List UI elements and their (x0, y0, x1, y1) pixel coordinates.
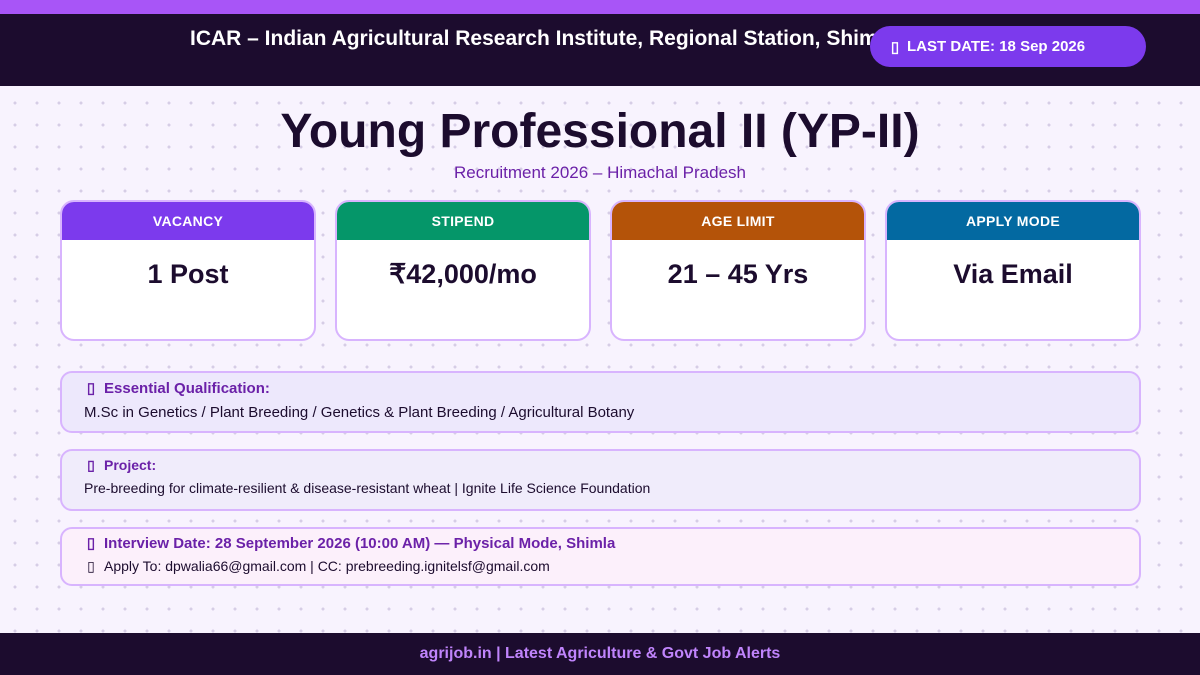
age-limit-card: AGE LIMIT 21 – 45 Yrs (610, 200, 866, 341)
stipend-card: STIPEND ₹42,000/mo (335, 200, 591, 341)
stipend-card-value: ₹42,000/mo (389, 259, 537, 289)
apply-mode-card: APPLY MODE Via Email (885, 200, 1141, 341)
recruitment-subtitle: Recruitment 2026 – Himachal Pradesh (454, 163, 746, 182)
age-limit-card-value: 21 – 45 Yrs (667, 259, 809, 289)
vacancy-card: VACANCY 1 Post (60, 200, 316, 341)
interview-heading: ▯ Interview Date: 28 September 2026 (10:… (84, 533, 1139, 553)
apply-email-text: Apply To: dpwalia66@gmail.com | CC: preb… (104, 558, 550, 574)
last-date-badge: ▯ LAST DATE: 18 Sep 2026 (870, 26, 1146, 67)
calendar-icon: ▯ (86, 535, 96, 552)
microscope-icon: ▯ (87, 456, 95, 473)
institute-title: ICAR – Indian Agricultural Research Inst… (190, 27, 896, 50)
interview-box: ▯ Interview Date: 28 September 2026 (10:… (60, 527, 1141, 586)
project-label: Project: (104, 457, 157, 473)
qualification-box: ▯ Essential Qualification: M.Sc in Genet… (60, 371, 1141, 433)
top-accent-strip (0, 0, 1200, 14)
stipend-card-label: STIPEND (337, 202, 589, 240)
apply-mode-card-label: APPLY MODE (887, 202, 1139, 240)
qualification-label: Essential Qualification: (104, 379, 270, 397)
apply-email-line: ▯ Apply To: dpwalia66@gmail.com | CC: pr… (84, 558, 1139, 575)
qualification-heading: ▯ Essential Qualification: (84, 378, 1139, 398)
age-limit-card-label: AGE LIMIT (612, 202, 864, 240)
project-text: Pre-breeding for climate-resilient & dis… (84, 480, 651, 496)
mail-icon: ▯ (87, 558, 95, 574)
footer-text: agrijob.in | Latest Agriculture & Govt J… (419, 645, 781, 662)
header-bar: ICAR – Indian Agricultural Research Inst… (0, 14, 1200, 86)
graduation-cap-icon: ▯ (86, 380, 96, 397)
vacancy-card-label: VACANCY (62, 202, 314, 240)
footer-bar: agrijob.in | Latest Agriculture & Govt J… (0, 633, 1200, 675)
vacancy-card-value: 1 Post (147, 259, 229, 289)
interview-date-text: Interview Date: 28 September 2026 (10:00… (104, 534, 616, 552)
post-title: Young Professional II (YP-II) (280, 105, 920, 158)
apply-mode-card-value: Via Email (953, 259, 1073, 289)
project-box: ▯ Project: Pre-breeding for climate-resi… (60, 449, 1141, 511)
qualification-text: M.Sc in Genetics / Plant Breeding / Gene… (84, 404, 635, 421)
calendar-icon: ▯ (890, 38, 900, 56)
project-heading: ▯ Project: (84, 456, 1139, 474)
last-date-text: LAST DATE: 18 Sep 2026 (907, 38, 1086, 55)
